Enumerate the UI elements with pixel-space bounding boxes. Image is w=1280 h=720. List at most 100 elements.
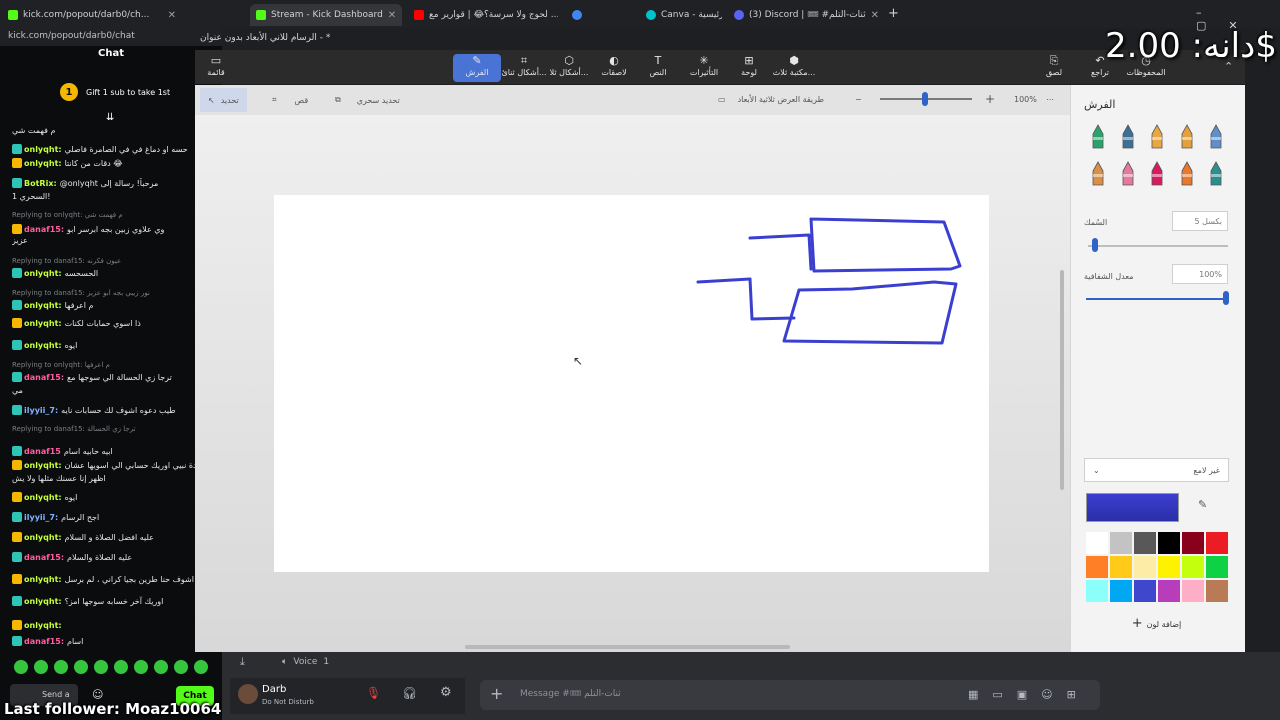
emote-icon[interactable]	[114, 660, 128, 674]
finish-dropdown[interactable]: ⌄ غير لامع	[1084, 458, 1229, 482]
palette-swatch[interactable]	[1158, 556, 1180, 578]
palette-swatch[interactable]	[1206, 532, 1228, 554]
emote-icon[interactable]	[74, 660, 88, 674]
zoom-slider-knob[interactable]	[922, 92, 928, 106]
chat-username[interactable]: onlyqht:	[24, 269, 62, 278]
3d-view-toggle[interactable]: ▭ طريقة العرض ثلاثية الأبعاد	[718, 95, 824, 104]
chat-username[interactable]: danaf15	[24, 447, 61, 456]
palette-swatch[interactable]	[1086, 556, 1108, 578]
chat-username[interactable]: onlyqht:	[24, 145, 62, 154]
ribbon-button[interactable]: ⊞ لوحة	[725, 54, 773, 82]
palette-swatch[interactable]	[1134, 556, 1156, 578]
brush-tool-icon[interactable]	[1179, 161, 1195, 187]
avatar[interactable]	[238, 684, 258, 704]
chat-username[interactable]: ilyyii_7:	[24, 406, 58, 415]
magic-select-tool[interactable]: ⧉ تحديد سحري	[335, 95, 400, 105]
chat-username[interactable]: onlyqht:	[24, 319, 62, 328]
kick-url-bar[interactable]: kick.com/popout/darb0/chat	[0, 28, 222, 46]
download-icon[interactable]: ⤓	[240, 655, 245, 669]
drawing-canvas[interactable]	[274, 195, 989, 572]
close-icon[interactable]: ✕	[388, 10, 396, 21]
brush-tool-icon[interactable]	[1179, 124, 1195, 150]
ribbon-button[interactable]: ⎘ لصق	[1030, 54, 1078, 82]
emote-icon[interactable]	[54, 660, 68, 674]
new-tab-button[interactable]: +	[888, 6, 899, 21]
ribbon-button[interactable]: ◐ لاصقات	[590, 54, 638, 82]
vertical-scrollbar[interactable]	[1060, 270, 1064, 490]
attach-plus-icon[interactable]: +	[490, 684, 503, 703]
chat-username[interactable]: onlyqht:	[24, 341, 62, 350]
emote-icon[interactable]	[14, 660, 28, 674]
palette-swatch[interactable]	[1158, 532, 1180, 554]
chat-username[interactable]: onlyqht:	[24, 461, 62, 470]
ribbon-button[interactable]: ▭ قائمة	[192, 54, 240, 82]
emote-icon[interactable]	[194, 660, 208, 674]
palette-swatch[interactable]	[1134, 580, 1156, 602]
tab-kick-dashboard[interactable]: Stream - Kick Dashboard ✕	[250, 4, 402, 26]
brush-tool-icon[interactable]	[1090, 124, 1106, 150]
chat-username[interactable]: danaf15:	[24, 225, 64, 234]
crop-tool[interactable]: ⌗ قص	[272, 95, 308, 105]
chat-username[interactable]: onlyqht:	[24, 575, 62, 584]
select-tool[interactable]: ↖ تحديد	[200, 88, 247, 112]
palette-swatch[interactable]	[1134, 532, 1156, 554]
ribbon-button[interactable]: ✎ الفرش	[453, 54, 501, 82]
palette-swatch[interactable]	[1182, 532, 1204, 554]
brush-tool-icon[interactable]	[1120, 161, 1136, 187]
brush-tool-icon[interactable]	[1149, 161, 1165, 187]
close-icon[interactable]: ✕	[168, 10, 176, 21]
zoom-out-button[interactable]: −	[855, 95, 862, 104]
palette-swatch[interactable]	[1158, 580, 1180, 602]
tab-discord[interactable]: (3) Discord | 🎟 #ثنات-التلم ✕	[728, 4, 878, 26]
headphones-icon[interactable]: 🎧︎	[402, 686, 417, 700]
ribbon-button[interactable]: T النص	[634, 54, 682, 82]
palette-swatch[interactable]	[1086, 532, 1108, 554]
opacity-slider-knob[interactable]	[1223, 291, 1229, 305]
chat-username[interactable]: BotRix:	[24, 179, 57, 188]
close-icon[interactable]: ✕	[871, 10, 878, 21]
pinned-icon[interactable]: ⇊	[106, 112, 114, 123]
mute-icon[interactable]: 🎙︎	[366, 686, 381, 700]
tab-generic[interactable]	[566, 4, 626, 26]
thickness-slider-knob[interactable]	[1092, 238, 1098, 252]
palette-swatch[interactable]	[1110, 556, 1132, 578]
add-color-button[interactable]: + إضافة لون	[1084, 612, 1229, 636]
ribbon-button[interactable]: ⌗ أشكال ثنائ...	[500, 54, 548, 82]
chat-username[interactable]: onlyqht:	[24, 159, 62, 168]
emote-icon[interactable]	[154, 660, 168, 674]
palette-swatch[interactable]	[1110, 532, 1132, 554]
emote-icon[interactable]	[134, 660, 148, 674]
brush-tool-icon[interactable]	[1120, 124, 1136, 150]
tab-kick-popout[interactable]: kick.com/popout/darb0/ch... ✕	[2, 4, 182, 26]
opacity-input[interactable]: 100%	[1172, 264, 1228, 284]
chat-username[interactable]: onlyqht:	[24, 597, 62, 606]
palette-swatch[interactable]	[1206, 580, 1228, 602]
chat-username[interactable]: onlyqht:	[24, 301, 62, 310]
brush-tool-icon[interactable]	[1208, 124, 1224, 150]
palette-swatch[interactable]	[1182, 580, 1204, 602]
ribbon-button[interactable]: ⬡ أشكال ثلا...	[545, 54, 593, 82]
more-icon[interactable]: ⋯	[1046, 95, 1054, 104]
chat-username[interactable]: onlyqht:	[24, 493, 62, 502]
emote-bar[interactable]	[14, 660, 208, 680]
chat-username[interactable]: danaf15:	[24, 637, 64, 646]
thickness-slider[interactable]	[1088, 245, 1228, 247]
chat-username[interactable]: onlyqht:	[24, 533, 62, 542]
horizontal-scrollbar[interactable]	[465, 645, 790, 649]
tab-youtube[interactable]: لحوج ولا سرسة؟😂 | قوارير مع ...✕	[408, 4, 558, 26]
zoom-in-button[interactable]: +	[985, 92, 995, 106]
emote-icon[interactable]	[94, 660, 108, 674]
emote-icon[interactable]	[34, 660, 48, 674]
chat-username[interactable]: onlyqht:	[24, 621, 62, 630]
brush-tool-icon[interactable]	[1149, 124, 1165, 150]
opacity-slider[interactable]	[1086, 298, 1226, 300]
message-input[interactable]: Message #🎟 ثنات-التلم	[520, 689, 621, 699]
palette-swatch[interactable]	[1206, 556, 1228, 578]
brush-tool-icon[interactable]	[1208, 161, 1224, 187]
palette-swatch[interactable]	[1086, 580, 1108, 602]
chat-username[interactable]: danaf15:	[24, 553, 64, 562]
voice-status[interactable]: 🔈︎ Voice 1	[282, 657, 329, 667]
ribbon-button[interactable]: ⬢ مكتبة ثلاث...	[770, 54, 818, 82]
gear-icon[interactable]: ⚙	[440, 685, 452, 700]
message-toolbar-icons[interactable]: ▦▭▣☺⊞	[968, 688, 1090, 701]
